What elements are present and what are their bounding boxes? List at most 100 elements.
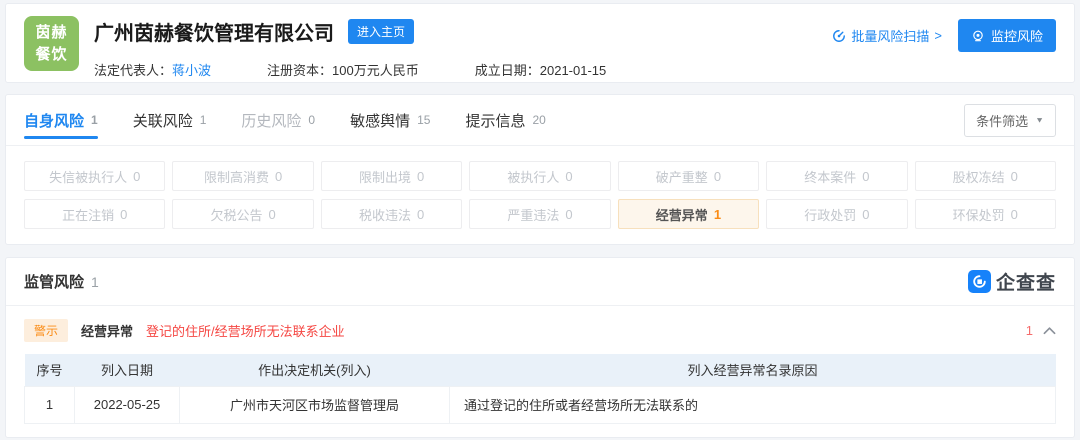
risk-cell-count: 0 bbox=[862, 207, 869, 222]
cell-authority: 广州市天河区市场监督管理局 bbox=[180, 386, 450, 423]
section-count: 1 bbox=[91, 274, 99, 290]
risk-cell-shuishouweifa[interactable]: 税收违法 0 bbox=[321, 199, 462, 229]
risk-tabs-card: 自身风险 1 关联风险 1 历史风险 0 敏感舆情 15 提示信息 20 条件筛… bbox=[5, 94, 1075, 245]
monitor-risk-button[interactable]: 监控风险 bbox=[958, 19, 1056, 52]
risk-cell-pochanchongzheng[interactable]: 破产重整 0 bbox=[618, 161, 759, 191]
risk-cell-qianshuigonggao[interactable]: 欠税公告 0 bbox=[172, 199, 313, 229]
risk-cell-label: 税收违法 bbox=[359, 205, 411, 224]
company-name: 广州茵赫餐饮管理有限公司 bbox=[94, 17, 334, 46]
monitor-icon bbox=[971, 29, 985, 43]
col-header-authority: 作出决定机关(列入) bbox=[180, 354, 450, 386]
risk-cell-guquandongjie[interactable]: 股权冻结 0 bbox=[915, 161, 1056, 191]
tab-history-risk[interactable]: 历史风险 0 bbox=[241, 95, 315, 145]
risk-cell-label: 行政处罚 bbox=[804, 205, 856, 224]
risk-cell-label: 破产重整 bbox=[656, 167, 708, 186]
risk-cell-label: 环保处罚 bbox=[953, 205, 1005, 224]
tab-hint-info[interactable]: 提示信息 20 bbox=[465, 95, 545, 145]
chevron-up-icon[interactable] bbox=[1043, 326, 1056, 335]
abnormal-operation-table: 序号 列入日期 作出决定机关(列入) 列入经营异常名录原因 1 2022-05-… bbox=[24, 354, 1056, 424]
risk-cell-count: 0 bbox=[133, 169, 140, 184]
batch-risk-scan-link[interactable]: 批量风险扫描 > bbox=[832, 26, 942, 45]
tab-count: 20 bbox=[533, 113, 546, 127]
established-label: 成立日期： bbox=[475, 63, 540, 78]
tab-count: 1 bbox=[91, 113, 98, 127]
col-header-reason: 列入经营异常名录原因 bbox=[450, 354, 1056, 386]
warning-accordion-header[interactable]: 警示 经营异常 登记的住所/经营场所无法联系企业 1 bbox=[6, 306, 1074, 353]
regulatory-risk-card: 监管风险 1 企查查 警示 经营异常 登记的住所/经营场所无法联系企业 1 序号… bbox=[5, 257, 1075, 438]
col-header-seq: 序号 bbox=[25, 354, 75, 386]
risk-cell-count: 0 bbox=[120, 207, 127, 222]
risk-cell-label: 被执行人 bbox=[507, 167, 559, 186]
warning-count: 1 bbox=[1026, 323, 1033, 338]
col-header-date: 列入日期 bbox=[75, 354, 180, 386]
risk-cell-jingyingyichang[interactable]: 经营异常 1 bbox=[618, 199, 759, 229]
tab-self-risk[interactable]: 自身风险 1 bbox=[24, 95, 98, 145]
risk-cell-huanbaochufa[interactable]: 环保处罚 0 bbox=[915, 199, 1056, 229]
company-info-row: 法定代表人：蒋小波 注册资本：100万元人民币 成立日期：2021-01-15 bbox=[94, 60, 832, 79]
risk-cell-count: 0 bbox=[714, 169, 721, 184]
legal-rep-label: 法定代表人： bbox=[94, 63, 172, 78]
tab-label: 提示信息 bbox=[465, 110, 525, 131]
risk-cell-yanzhongweifa[interactable]: 严重违法 0 bbox=[469, 199, 610, 229]
risk-cell-label: 正在注销 bbox=[62, 205, 114, 224]
cell-reason: 通过登记的住所或者经营场所无法联系的 bbox=[450, 386, 1056, 423]
tab-label: 历史风险 bbox=[241, 110, 301, 131]
legal-rep-link[interactable]: 蒋小波 bbox=[172, 63, 211, 78]
reg-capital-value: 100万元人民币 bbox=[332, 63, 419, 78]
tab-related-risk[interactable]: 关联风险 1 bbox=[133, 95, 207, 145]
risk-cell-zhongbenanjian[interactable]: 终本案件 0 bbox=[766, 161, 907, 191]
condition-filter-label: 条件筛选 bbox=[976, 111, 1028, 130]
enter-homepage-button[interactable]: 进入主页 bbox=[348, 19, 414, 44]
tab-count: 0 bbox=[308, 113, 315, 127]
monitor-risk-label: 监控风险 bbox=[991, 26, 1043, 45]
risk-cell-count: 1 bbox=[714, 207, 721, 222]
company-logo-line2: 餐饮 bbox=[35, 44, 67, 66]
risk-cell-count: 0 bbox=[565, 207, 572, 222]
risk-cell-xingzhengchufa[interactable]: 行政处罚 0 bbox=[766, 199, 907, 229]
tab-label: 自身风险 bbox=[24, 110, 84, 131]
qichacha-icon bbox=[968, 270, 991, 293]
qichacha-wordmark: 企查查 bbox=[996, 268, 1056, 295]
warning-description: 登记的住所/经营场所无法联系企业 bbox=[146, 321, 345, 340]
risk-cell-count: 0 bbox=[565, 169, 572, 184]
risk-cell-count: 0 bbox=[417, 207, 424, 222]
tab-label: 关联风险 bbox=[133, 110, 193, 131]
risk-cell-label: 严重违法 bbox=[507, 205, 559, 224]
risk-category-grid: 失信被执行人 0 限制高消费0 限制出境0 被执行人 0 破产重整 0 终本案件 0 股… bbox=[6, 146, 1074, 229]
risk-cell-beizhixingren[interactable]: 被执行人 0 bbox=[469, 161, 610, 191]
table-row: 1 2022-05-25 广州市天河区市场监督管理局 通过登记的住所或者经营场所… bbox=[25, 386, 1056, 423]
company-logo: 茵赫 餐饮 bbox=[24, 16, 79, 71]
risk-cell-shixin[interactable]: 失信被执行人 0 bbox=[24, 161, 165, 191]
section-title: 监管风险 bbox=[24, 271, 84, 292]
risk-cell-label: 失信被执行人 bbox=[49, 167, 127, 186]
risk-cell-count: 0 bbox=[269, 207, 276, 222]
established-value: 2021-01-15 bbox=[540, 63, 607, 78]
company-logo-line1: 茵赫 bbox=[35, 22, 67, 44]
risk-cell-label: 终本案件 bbox=[804, 167, 856, 186]
risk-cell-label: 欠税公告 bbox=[211, 205, 263, 224]
condition-filter-button[interactable]: 条件筛选 ▼ bbox=[964, 104, 1056, 137]
radar-icon bbox=[832, 29, 846, 43]
tab-count: 1 bbox=[200, 113, 207, 127]
risk-cell-count: 0 bbox=[275, 169, 282, 184]
risk-cell-xianzhichujing[interactable]: 限制出境0 bbox=[321, 161, 462, 191]
risk-cell-count: 0 bbox=[417, 169, 424, 184]
company-header-card: 茵赫 餐饮 广州茵赫餐饮管理有限公司 进入主页 法定代表人：蒋小波 注册资本：1… bbox=[5, 3, 1075, 83]
batch-risk-scan-arrow: > bbox=[934, 28, 942, 43]
tab-count: 15 bbox=[417, 113, 430, 127]
risk-cell-count: 0 bbox=[862, 169, 869, 184]
risk-cell-zhengzaizhuxiao[interactable]: 正在注销 0 bbox=[24, 199, 165, 229]
risk-cell-count: 0 bbox=[1011, 207, 1018, 222]
tab-label: 敏感舆情 bbox=[350, 110, 410, 131]
risk-cell-label: 经营异常 bbox=[656, 205, 708, 224]
batch-risk-scan-label: 批量风险扫描 bbox=[851, 26, 929, 45]
tab-sensitive-news[interactable]: 敏感舆情 15 bbox=[350, 95, 430, 145]
table-header-row: 序号 列入日期 作出决定机关(列入) 列入经营异常名录原因 bbox=[25, 354, 1056, 386]
risk-cell-label: 股权冻结 bbox=[953, 167, 1005, 186]
warning-badge: 警示 bbox=[24, 319, 68, 342]
risk-cell-count: 0 bbox=[1011, 169, 1018, 184]
qichacha-logo: 企查查 bbox=[968, 268, 1056, 295]
risk-cell-xianzhigaoxiaofei[interactable]: 限制高消费0 bbox=[172, 161, 313, 191]
chevron-down-icon: ▼ bbox=[1035, 116, 1044, 125]
reg-capital-label: 注册资本： bbox=[267, 63, 332, 78]
